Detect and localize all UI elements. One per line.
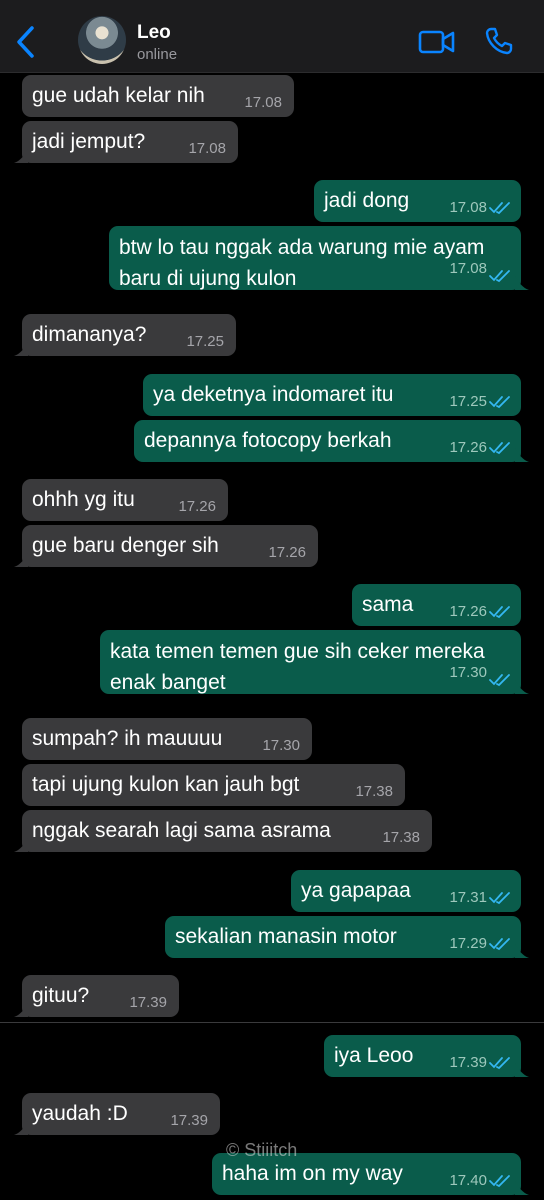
- message-text: dimananya?: [32, 323, 147, 346]
- message-time: 17.29: [449, 935, 487, 952]
- bubble-tail-icon: [14, 838, 28, 852]
- message-text: jadi jemput?: [32, 130, 146, 153]
- message-text: sekalian manasin motor: [175, 925, 397, 948]
- message-time: 17.40: [449, 1172, 487, 1189]
- incoming-message[interactable]: nggak searah lagi sama asrama 17.38: [14, 810, 432, 852]
- outgoing-message[interactable]: jadi dong 17.08: [314, 180, 521, 222]
- bubble-tail-icon: [14, 149, 28, 163]
- outgoing-message[interactable]: sekalian manasin motor 17.29: [165, 916, 529, 958]
- message-text: sama: [362, 593, 414, 616]
- message-text: haha im on my way: [222, 1162, 403, 1185]
- bubble-tail-icon: [14, 1003, 28, 1017]
- message-time: 17.30: [449, 664, 487, 681]
- outgoing-message[interactable]: ya gapapaa 17.31: [291, 870, 521, 912]
- contact-name[interactable]: Leo: [137, 22, 171, 44]
- message-text: ya deketnya indomaret itu: [153, 383, 394, 406]
- incoming-message[interactable]: ohhh yg itu 17.26: [22, 479, 228, 521]
- incoming-message[interactable]: sumpah? ih mauuuu 17.30: [22, 718, 312, 760]
- incoming-message[interactable]: jadi jemput? 17.08: [14, 121, 238, 163]
- message-text: gue udah kelar nih: [32, 84, 205, 107]
- incoming-message[interactable]: gue baru denger sih 17.26: [14, 525, 318, 567]
- message-text: gituu?: [32, 984, 90, 1007]
- chat-header: Leo online: [0, 0, 544, 73]
- message-time: 17.26: [178, 498, 216, 515]
- read-ticks-icon: [489, 442, 510, 455]
- message-time: 17.08: [244, 94, 282, 111]
- watermark-text: © Stiiitch: [226, 1140, 298, 1160]
- incoming-message[interactable]: gituu? 17.39: [14, 975, 179, 1017]
- back-chevron-icon[interactable]: [12, 24, 40, 60]
- message-time: 17.26: [449, 439, 487, 456]
- avatar[interactable]: [78, 16, 126, 64]
- message-time: 17.26: [449, 603, 487, 620]
- message-text-line: btw lo tau nggak ada warung mie ayam: [119, 236, 485, 259]
- message-text-line: enak banget: [110, 671, 226, 694]
- read-ticks-icon: [489, 606, 510, 619]
- message-time: 17.39: [170, 1112, 208, 1129]
- incoming-message[interactable]: dimananya? 17.25: [14, 314, 236, 356]
- message-time: 17.39: [449, 1054, 487, 1071]
- outgoing-message[interactable]: sama 17.26: [352, 584, 521, 626]
- message-time: 17.31: [449, 889, 487, 906]
- message-text: iya Leoo: [334, 1044, 414, 1067]
- message-text: gue baru denger sih: [32, 534, 219, 557]
- bubble-tail-icon: [14, 342, 28, 356]
- chat-divider: [0, 1022, 544, 1023]
- message-text: ya gapapaa: [301, 879, 411, 902]
- message-text: tapi ujung kulon kan jauh bgt: [32, 773, 300, 796]
- message-text: jadi dong: [324, 189, 410, 212]
- bubble-tail-icon: [515, 944, 529, 958]
- message-text-line: kata temen temen gue sih ceker mereka: [110, 640, 485, 663]
- voice-call-icon[interactable]: [484, 26, 514, 56]
- message-time: 17.38: [382, 829, 420, 846]
- bubble-tail-icon: [14, 1121, 28, 1135]
- outgoing-message[interactable]: ya deketnya indomaret itu 17.25: [143, 374, 521, 416]
- message-time: 17.30: [262, 737, 300, 754]
- read-ticks-icon: [489, 202, 510, 215]
- bubble-tail-icon: [515, 1063, 529, 1077]
- message-text: nggak searah lagi sama asrama: [32, 819, 331, 842]
- bubble-tail-icon: [515, 448, 529, 462]
- message-time: 17.25: [186, 333, 224, 350]
- incoming-message[interactable]: tapi ujung kulon kan jauh bgt 17.38: [22, 764, 405, 806]
- read-ticks-icon: [489, 892, 510, 905]
- message-time: 17.08: [188, 140, 226, 157]
- message-time: 17.39: [129, 994, 167, 1011]
- read-ticks-icon: [489, 396, 510, 409]
- read-ticks-icon: [489, 1175, 510, 1188]
- bubble-tail-icon: [515, 1181, 529, 1195]
- bubble-tail-icon: [14, 553, 28, 567]
- message-time: 17.38: [355, 783, 393, 800]
- read-ticks-icon: [489, 270, 510, 283]
- outgoing-message[interactable]: iya Leoo 17.39: [324, 1035, 529, 1077]
- message-text: yaudah :D: [32, 1102, 128, 1125]
- outgoing-message[interactable]: kata temen temen gue sih ceker mereka en…: [100, 630, 529, 694]
- message-text: ohhh yg itu: [32, 488, 135, 511]
- message-text: depannya fotocopy berkah: [144, 429, 392, 452]
- outgoing-message[interactable]: depannya fotocopy berkah 17.26: [134, 420, 529, 462]
- read-ticks-icon: [489, 938, 510, 951]
- message-list[interactable]: gue udah kelar nih 17.08 jadi jemput? 17…: [0, 72, 544, 1200]
- message-time: 17.26: [268, 544, 306, 561]
- message-time: 17.08: [449, 199, 487, 216]
- message-time: 17.25: [449, 393, 487, 410]
- incoming-message[interactable]: gue udah kelar nih 17.08: [22, 75, 294, 117]
- contact-status: online: [137, 46, 178, 63]
- video-call-icon[interactable]: [418, 28, 456, 56]
- message-time: 17.08: [449, 260, 487, 277]
- message-text-line: baru di ujung kulon: [119, 267, 297, 290]
- read-ticks-icon: [489, 1057, 510, 1070]
- bubble-tail-icon: [515, 276, 529, 290]
- bubble-tail-icon: [515, 680, 529, 694]
- read-ticks-icon: [489, 674, 510, 687]
- incoming-message[interactable]: yaudah :D 17.39: [14, 1093, 220, 1135]
- message-text: sumpah? ih mauuuu: [32, 727, 223, 750]
- outgoing-message[interactable]: btw lo tau nggak ada warung mie ayam bar…: [109, 226, 529, 290]
